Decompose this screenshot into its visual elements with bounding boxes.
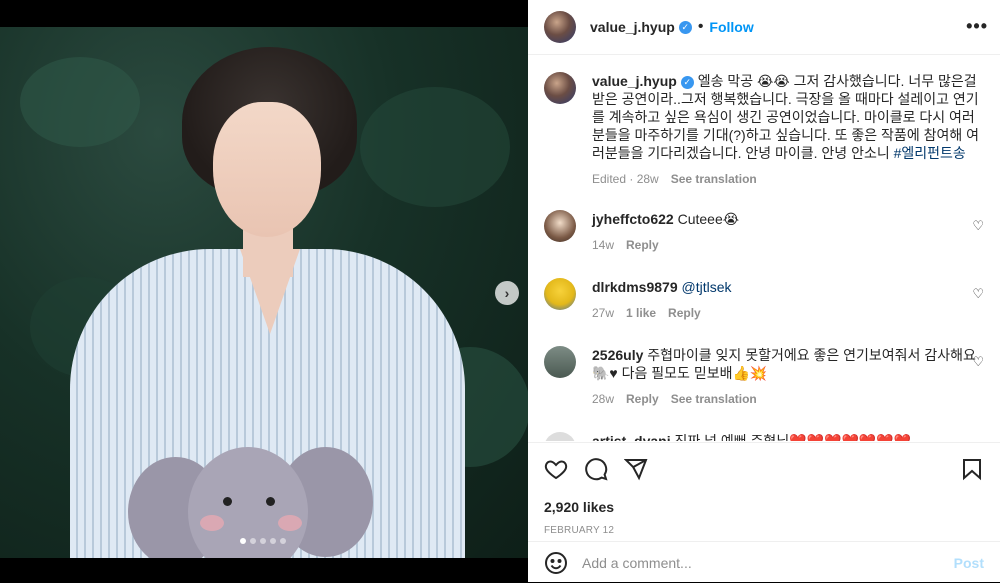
caption-avatar[interactable] [544, 72, 576, 104]
comment-body: artist_dyani 진짜 넘 예뻐 주협님❤️❤️❤️❤️❤️❤️❤️ [592, 432, 984, 441]
caption-username[interactable]: value_j.hyup [592, 73, 677, 89]
caption-meta: Edited · 28w See translation [592, 170, 984, 188]
comment-username[interactable]: 2526uly [592, 347, 643, 363]
comment-meta: 28w Reply See translation [592, 390, 984, 408]
slide-indicator [240, 538, 286, 544]
foliage-bg [360, 87, 510, 207]
like-comment-heart-icon[interactable]: ♡ [972, 218, 984, 234]
elephant-eye [223, 497, 232, 506]
comment-username[interactable]: jyheffcto622 [592, 211, 674, 227]
likes-count[interactable]: 2,920 likes [528, 481, 1000, 515]
share-send-icon[interactable] [624, 457, 648, 481]
comment-mention[interactable]: @tjtlsek [682, 279, 732, 295]
action-icons [528, 443, 1000, 481]
comment-username[interactable]: artist_dyani [592, 433, 671, 441]
post-photo[interactable] [0, 27, 528, 558]
post-side-panel: value_j.hyup ✓ • Follow ••• value_j.hyup… [528, 0, 1000, 582]
comments-list[interactable]: value_j.hyup ✓ 엘송 막공 😭😭 그저 감사했습니다. 너무 많은걸… [528, 56, 1000, 441]
header-separator: • [697, 18, 704, 35]
comment-meta: 14w Reply [592, 236, 984, 254]
caption-row: value_j.hyup ✓ 엘송 막공 😭😭 그저 감사했습니다. 너무 많은걸… [544, 72, 984, 188]
emoji-smiley-icon[interactable] [544, 551, 568, 575]
like-comment-heart-icon[interactable]: ♡ [972, 354, 984, 370]
post-header: value_j.hyup ✓ • Follow ••• [528, 0, 1000, 55]
like-heart-icon[interactable] [544, 457, 568, 481]
comment-meta: 27w 1 like Reply [592, 304, 984, 322]
comment-text: 주협마이클 잊지 못할거에요 좋은 연기보여줘서 감사해요🐘♥ 다음 필모도 믿… [592, 347, 976, 381]
comment-time: 28w [592, 392, 615, 406]
reply-button[interactable]: Reply [668, 304, 701, 322]
slide-dot [250, 538, 256, 544]
slide-dot [240, 538, 246, 544]
comment-item: 2526uly 주협마이클 잊지 못할거에요 좋은 연기보여줘서 감사해요🐘♥ … [544, 346, 984, 408]
slide-dot [270, 538, 276, 544]
next-slide-button[interactable]: › [495, 281, 519, 305]
comment-likes-count[interactable]: 1 like [626, 304, 656, 322]
comment-avatar[interactable] [544, 210, 576, 242]
verified-badge-icon: ✓ [680, 75, 694, 89]
reply-button[interactable]: Reply [626, 236, 659, 254]
author-username[interactable]: value_j.hyup [590, 19, 675, 35]
slide-dot [280, 538, 286, 544]
more-options-icon[interactable]: ••• [966, 16, 988, 37]
comment-time: 27w [592, 306, 615, 320]
elephant-cheek [200, 515, 224, 531]
elephant-eye [266, 497, 275, 506]
add-comment-bar: Post [528, 541, 1000, 583]
see-translation-link[interactable]: See translation [671, 170, 757, 188]
comment-time: 14w [592, 238, 615, 252]
comment-body: 2526uly 주협마이클 잊지 못할거에요 좋은 연기보여줘서 감사해요🐘♥ … [592, 346, 984, 408]
caption-hashtag[interactable]: #엘리펀트송 [894, 145, 966, 161]
slide-dot [260, 538, 266, 544]
like-comment-heart-icon[interactable]: ♡ [972, 286, 984, 302]
comment-body: dlrkdms9879 @tjtlsek 27w 1 like Reply [592, 278, 984, 322]
comment-bubble-icon[interactable] [584, 457, 608, 481]
comment-text: 진짜 넘 예뻐 주협님❤️❤️❤️❤️❤️❤️❤️ [674, 433, 912, 441]
caption-edited: Edited · 28w [592, 172, 659, 186]
comment-avatar[interactable] [544, 432, 576, 441]
comment-avatar[interactable] [544, 278, 576, 310]
media-pane: › [0, 0, 528, 582]
comment-avatar[interactable] [544, 346, 576, 378]
author-avatar[interactable] [544, 11, 576, 43]
reply-button[interactable]: Reply [626, 390, 659, 408]
post-date: FEBRUARY 12 [544, 525, 615, 536]
elephant-cheek [278, 515, 302, 531]
post-modal: › value_j.hyup ✓ • Follow ••• value_j.hy… [0, 0, 1000, 582]
post-comment-button[interactable]: Post [954, 555, 984, 571]
comment-item: artist_dyani 진짜 넘 예뻐 주협님❤️❤️❤️❤️❤️❤️❤️ [544, 432, 984, 441]
comment-body: jyheffcto622 Cuteee😭 14w Reply [592, 210, 984, 254]
foliage-bg [20, 57, 140, 147]
caption-body: value_j.hyup ✓ 엘송 막공 😭😭 그저 감사했습니다. 너무 많은걸… [592, 72, 984, 188]
comment-username[interactable]: dlrkdms9879 [592, 279, 678, 295]
follow-button[interactable]: Follow [709, 19, 753, 35]
comment-input[interactable] [582, 554, 954, 571]
comment-text: Cuteee😭 [677, 211, 740, 227]
comment-item: dlrkdms9879 @tjtlsek 27w 1 like Reply ♡ [544, 278, 984, 322]
post-actions: 2,920 likes FEBRUARY 12 Post [528, 442, 1000, 582]
verified-badge-icon: ✓ [678, 20, 692, 34]
bookmark-icon[interactable] [960, 457, 984, 481]
person-face [213, 102, 321, 237]
see-translation-link[interactable]: See translation [671, 390, 757, 408]
comment-item: jyheffcto622 Cuteee😭 14w Reply ♡ [544, 210, 984, 254]
